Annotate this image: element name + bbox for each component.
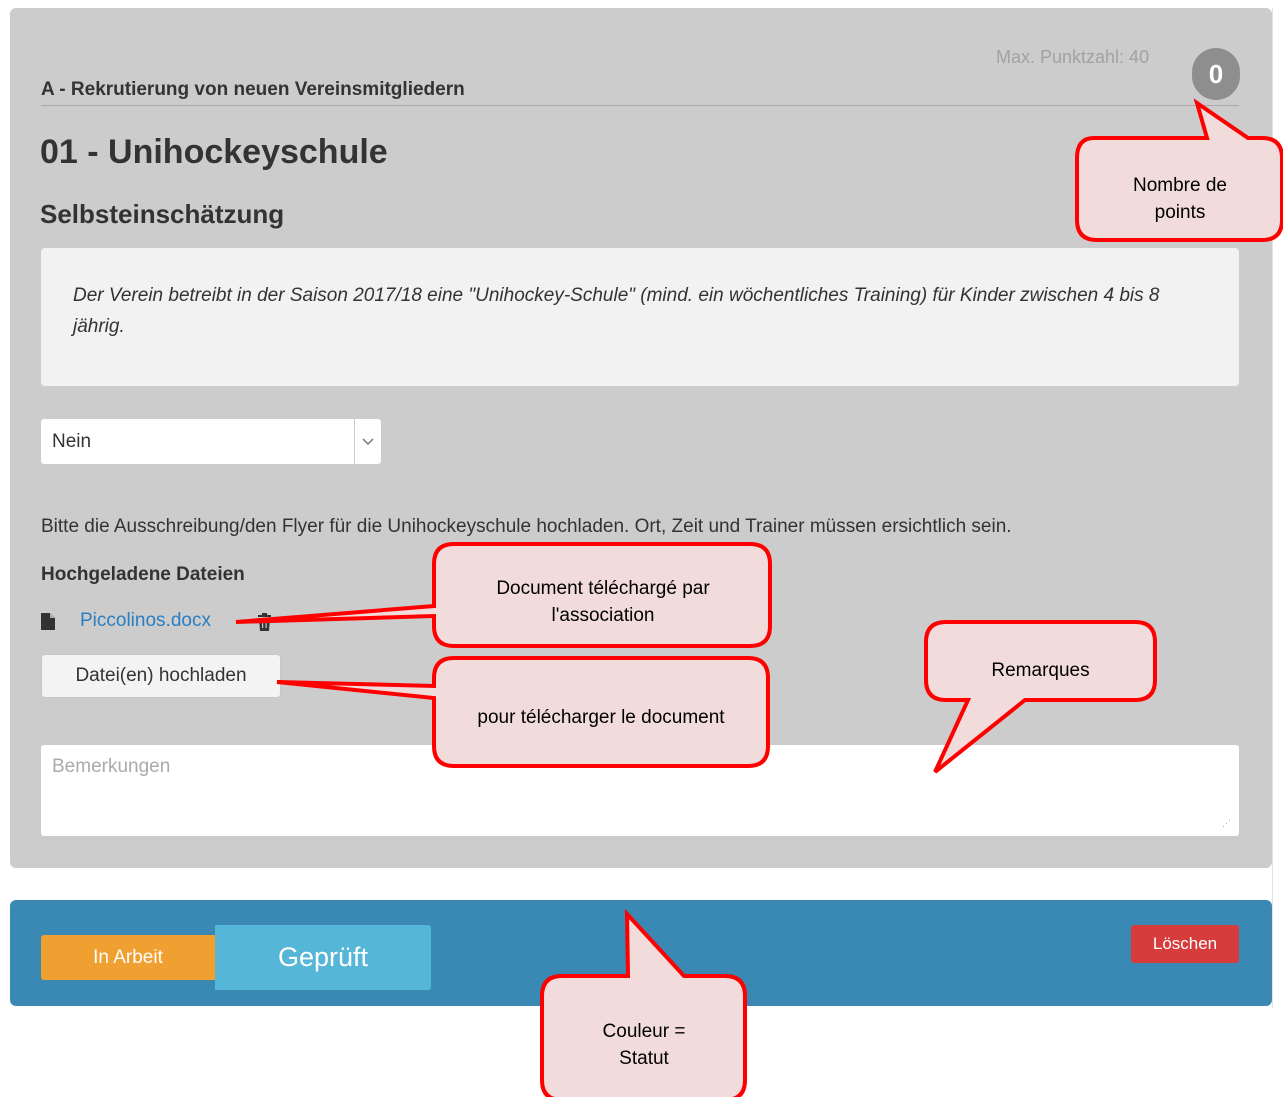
file-link[interactable]: Piccolinos.docx [80, 610, 211, 632]
callout-points-line2: points [1154, 202, 1206, 223]
callout-upload-text: pour télécharger le document [477, 707, 725, 728]
trash-icon[interactable] [257, 613, 272, 631]
callout-points-text: Nombre de points [1080, 172, 1280, 226]
status-checked-button[interactable]: Geprüft [215, 925, 431, 990]
header-divider [41, 105, 1239, 106]
callout-document-text: Document téléchargé par l'association [436, 575, 770, 629]
status-in-progress-button[interactable]: In Arbeit [41, 935, 215, 980]
answer-select[interactable]: Nein [41, 419, 381, 464]
upload-files-button[interactable]: Datei(en) hochladen [41, 654, 281, 698]
callout-document-line2: l'association [551, 605, 655, 626]
uploaded-files-label: Hochgeladene Dateien [41, 564, 245, 585]
self-assessment-title: Selbsteinschätzung [40, 199, 285, 229]
remarks-field[interactable] [41, 745, 1239, 836]
callout-status-text: Couleur = Statut [544, 1018, 744, 1072]
chevron-down-icon[interactable] [354, 419, 381, 464]
callout-status-line2: Statut [619, 1048, 669, 1069]
upload-hint: Bitte die Ausschreibung/den Flyer für di… [41, 516, 1012, 537]
answer-select-value: Nein [52, 431, 92, 452]
callout-points-line1: Nombre de [1133, 175, 1227, 196]
item-title: 01 - Unihockeyschule [40, 133, 388, 171]
points-badge: 0 [1192, 48, 1240, 100]
file-icon [41, 613, 55, 630]
description-box: Der Verein betreibt in der Saison 2017/1… [41, 248, 1239, 386]
resize-grip-icon[interactable]: ⋰ [1222, 818, 1231, 829]
callout-document-line1: Document téléchargé par [496, 578, 710, 599]
max-points-label: Max. Punktzahl: 40 [996, 47, 1150, 67]
description-text: Der Verein betreibt in der Saison 2017/1… [73, 285, 1160, 337]
section-label: A - Rekrutierung von neuen Vereinsmitgli… [41, 79, 465, 100]
callout-status-line1: Couleur = [602, 1021, 686, 1042]
frame-border [1272, 8, 1273, 1008]
callout-remarks-text: Remarques [991, 660, 1090, 681]
delete-button[interactable]: Löschen [1131, 925, 1239, 963]
